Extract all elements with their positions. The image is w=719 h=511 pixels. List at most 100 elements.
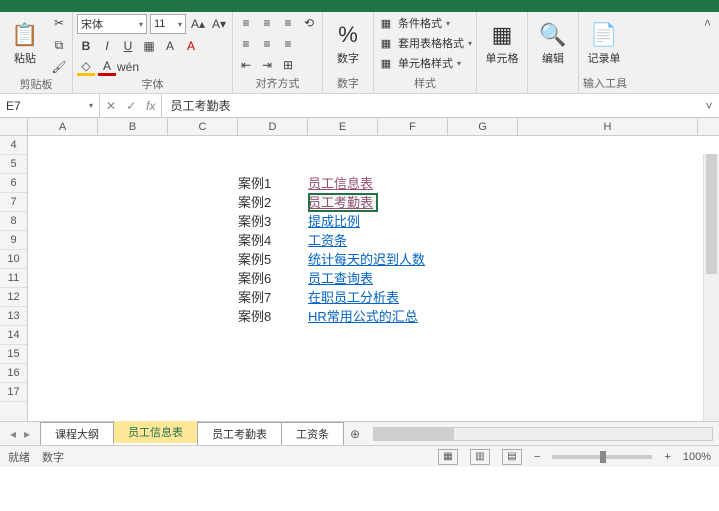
- table-format-button[interactable]: ▦套用表格格式▾: [378, 34, 472, 52]
- row-header[interactable]: 10: [0, 250, 27, 269]
- formula-expand-button[interactable]: ˅: [699, 94, 719, 117]
- col-header[interactable]: F: [378, 118, 448, 135]
- copy-button[interactable]: ⧉: [50, 36, 68, 54]
- name-box[interactable]: E7 ▾: [0, 94, 100, 117]
- zoom-in-button[interactable]: +: [664, 451, 670, 463]
- form-button[interactable]: 📄 记录单: [583, 14, 625, 74]
- case-link[interactable]: 在职员工分析表: [308, 288, 399, 307]
- case-label: 案例1: [238, 174, 271, 193]
- case-link[interactable]: 员工信息表: [308, 174, 373, 193]
- scrollbar-thumb[interactable]: [374, 428, 454, 440]
- row-header[interactable]: 13: [0, 307, 27, 326]
- case-link[interactable]: 统计每天的迟到人数: [308, 250, 425, 269]
- increase-font-button[interactable]: A▴: [189, 15, 207, 33]
- case-link[interactable]: 提成比例: [308, 212, 360, 231]
- decrease-font-button[interactable]: A▾: [210, 15, 228, 33]
- view-page-layout-button[interactable]: ▥: [470, 449, 490, 465]
- row-header[interactable]: 9: [0, 231, 27, 250]
- cell-styles-button[interactable]: ▦单元格样式▾: [378, 54, 461, 72]
- zoom-value[interactable]: 100%: [683, 451, 711, 463]
- view-normal-button[interactable]: ▦: [438, 449, 458, 465]
- row-header[interactable]: 15: [0, 345, 27, 364]
- col-header[interactable]: A: [28, 118, 98, 135]
- form-icon: 📄: [590, 22, 617, 48]
- font-shrink-icon[interactable]: A: [182, 37, 200, 55]
- col-header[interactable]: C: [168, 118, 238, 135]
- fill-color-button[interactable]: ◇: [77, 58, 95, 76]
- group-label-font: 字体: [77, 76, 228, 93]
- sheet-tab[interactable]: 课程大纲: [40, 422, 114, 445]
- row-header[interactable]: 17: [0, 383, 27, 402]
- scrollbar-thumb[interactable]: [706, 154, 717, 274]
- row-header[interactable]: 8: [0, 212, 27, 231]
- row-header[interactable]: 5: [0, 155, 27, 174]
- underline-button[interactable]: U: [119, 37, 137, 55]
- vertical-scrollbar[interactable]: [703, 154, 719, 421]
- row-header[interactable]: 11: [0, 269, 27, 288]
- fx-icon[interactable]: fx: [146, 99, 155, 113]
- font-grow-icon[interactable]: A: [161, 37, 179, 55]
- cells-button[interactable]: ▦ 单元格: [481, 14, 523, 74]
- ribbon-collapse-button[interactable]: ˄: [696, 12, 719, 93]
- case-link[interactable]: 工资条: [308, 231, 347, 250]
- merge-button[interactable]: ⊞: [279, 56, 297, 74]
- increase-indent-button[interactable]: ⇥: [258, 56, 276, 74]
- col-header[interactable]: D: [238, 118, 308, 135]
- align-right-button[interactable]: ≡: [279, 35, 297, 53]
- col-header[interactable]: H: [518, 118, 698, 135]
- row-header[interactable]: 12: [0, 288, 27, 307]
- formula-input[interactable]: 员工考勤表: [162, 94, 699, 117]
- row-header[interactable]: 7: [0, 193, 27, 212]
- sheet-tab[interactable]: 员工信息表: [113, 420, 198, 445]
- paste-button[interactable]: 📋 粘贴: [4, 14, 46, 74]
- select-all-corner[interactable]: [0, 118, 28, 135]
- formula-value: 员工考勤表: [170, 97, 230, 114]
- sheet-tab[interactable]: 工资条: [281, 422, 344, 445]
- cancel-formula-button[interactable]: ✕: [106, 99, 116, 113]
- slider-thumb[interactable]: [600, 451, 606, 463]
- conditional-format-button[interactable]: ▦条件格式▾: [378, 14, 450, 32]
- row-header[interactable]: 6: [0, 174, 27, 193]
- font-size-select[interactable]: 11▾: [150, 14, 186, 34]
- italic-button[interactable]: I: [98, 37, 116, 55]
- align-center-button[interactable]: ≡: [258, 35, 276, 53]
- decrease-indent-button[interactable]: ⇤: [237, 56, 255, 74]
- add-sheet-button[interactable]: ⊕: [343, 427, 367, 441]
- number-format-button[interactable]: % 数字: [327, 14, 369, 74]
- font-name-select[interactable]: 宋体▾: [77, 14, 147, 34]
- view-page-break-button[interactable]: ▤: [502, 449, 522, 465]
- group-label-cells: [481, 91, 523, 92]
- case-link[interactable]: HR常用公式的汇总: [308, 307, 418, 326]
- case-link[interactable]: 员工查询表: [308, 269, 373, 288]
- case-link[interactable]: 员工考勤表: [308, 193, 373, 212]
- accept-formula-button[interactable]: ✓: [126, 99, 136, 113]
- sheet-next-icon[interactable]: ▸: [24, 427, 30, 441]
- col-header[interactable]: B: [98, 118, 168, 135]
- bold-button[interactable]: B: [77, 37, 95, 55]
- sheet-tab[interactable]: 员工考勤表: [197, 422, 282, 445]
- orientation-button[interactable]: ⟲: [300, 14, 318, 32]
- row-header[interactable]: 16: [0, 364, 27, 383]
- border-button[interactable]: ▦: [140, 37, 158, 55]
- font-color-button[interactable]: A: [98, 58, 116, 76]
- sheet-nav[interactable]: ◂▸: [0, 427, 40, 441]
- col-header[interactable]: E: [308, 118, 378, 135]
- align-top-button[interactable]: ≡: [237, 14, 255, 32]
- col-header[interactable]: G: [448, 118, 518, 135]
- align-bottom-button[interactable]: ≡: [279, 14, 297, 32]
- row-header[interactable]: 14: [0, 326, 27, 345]
- cell-styles-icon: ▦: [378, 55, 394, 71]
- edit-button[interactable]: 🔍 编辑: [532, 14, 574, 74]
- phonetic-button[interactable]: wén: [119, 58, 137, 76]
- cells-area[interactable]: 案例1员工信息表案例2员工考勤表案例3提成比例案例4工资条案例5统计每天的迟到人…: [28, 136, 719, 421]
- ribbon-group-font: 宋体▾ 11▾ A▴ A▾ B I U ▦ A A ◇ A wén 字体: [73, 12, 233, 93]
- format-painter-button[interactable]: 🖌: [50, 58, 68, 76]
- horizontal-scrollbar[interactable]: [373, 427, 713, 441]
- align-middle-button[interactable]: ≡: [258, 14, 276, 32]
- sheet-prev-icon[interactable]: ◂: [10, 427, 16, 441]
- align-left-button[interactable]: ≡: [237, 35, 255, 53]
- zoom-slider[interactable]: [552, 455, 652, 459]
- cut-button[interactable]: ✂: [50, 14, 68, 32]
- row-header[interactable]: 4: [0, 136, 27, 155]
- zoom-out-button[interactable]: −: [534, 451, 540, 463]
